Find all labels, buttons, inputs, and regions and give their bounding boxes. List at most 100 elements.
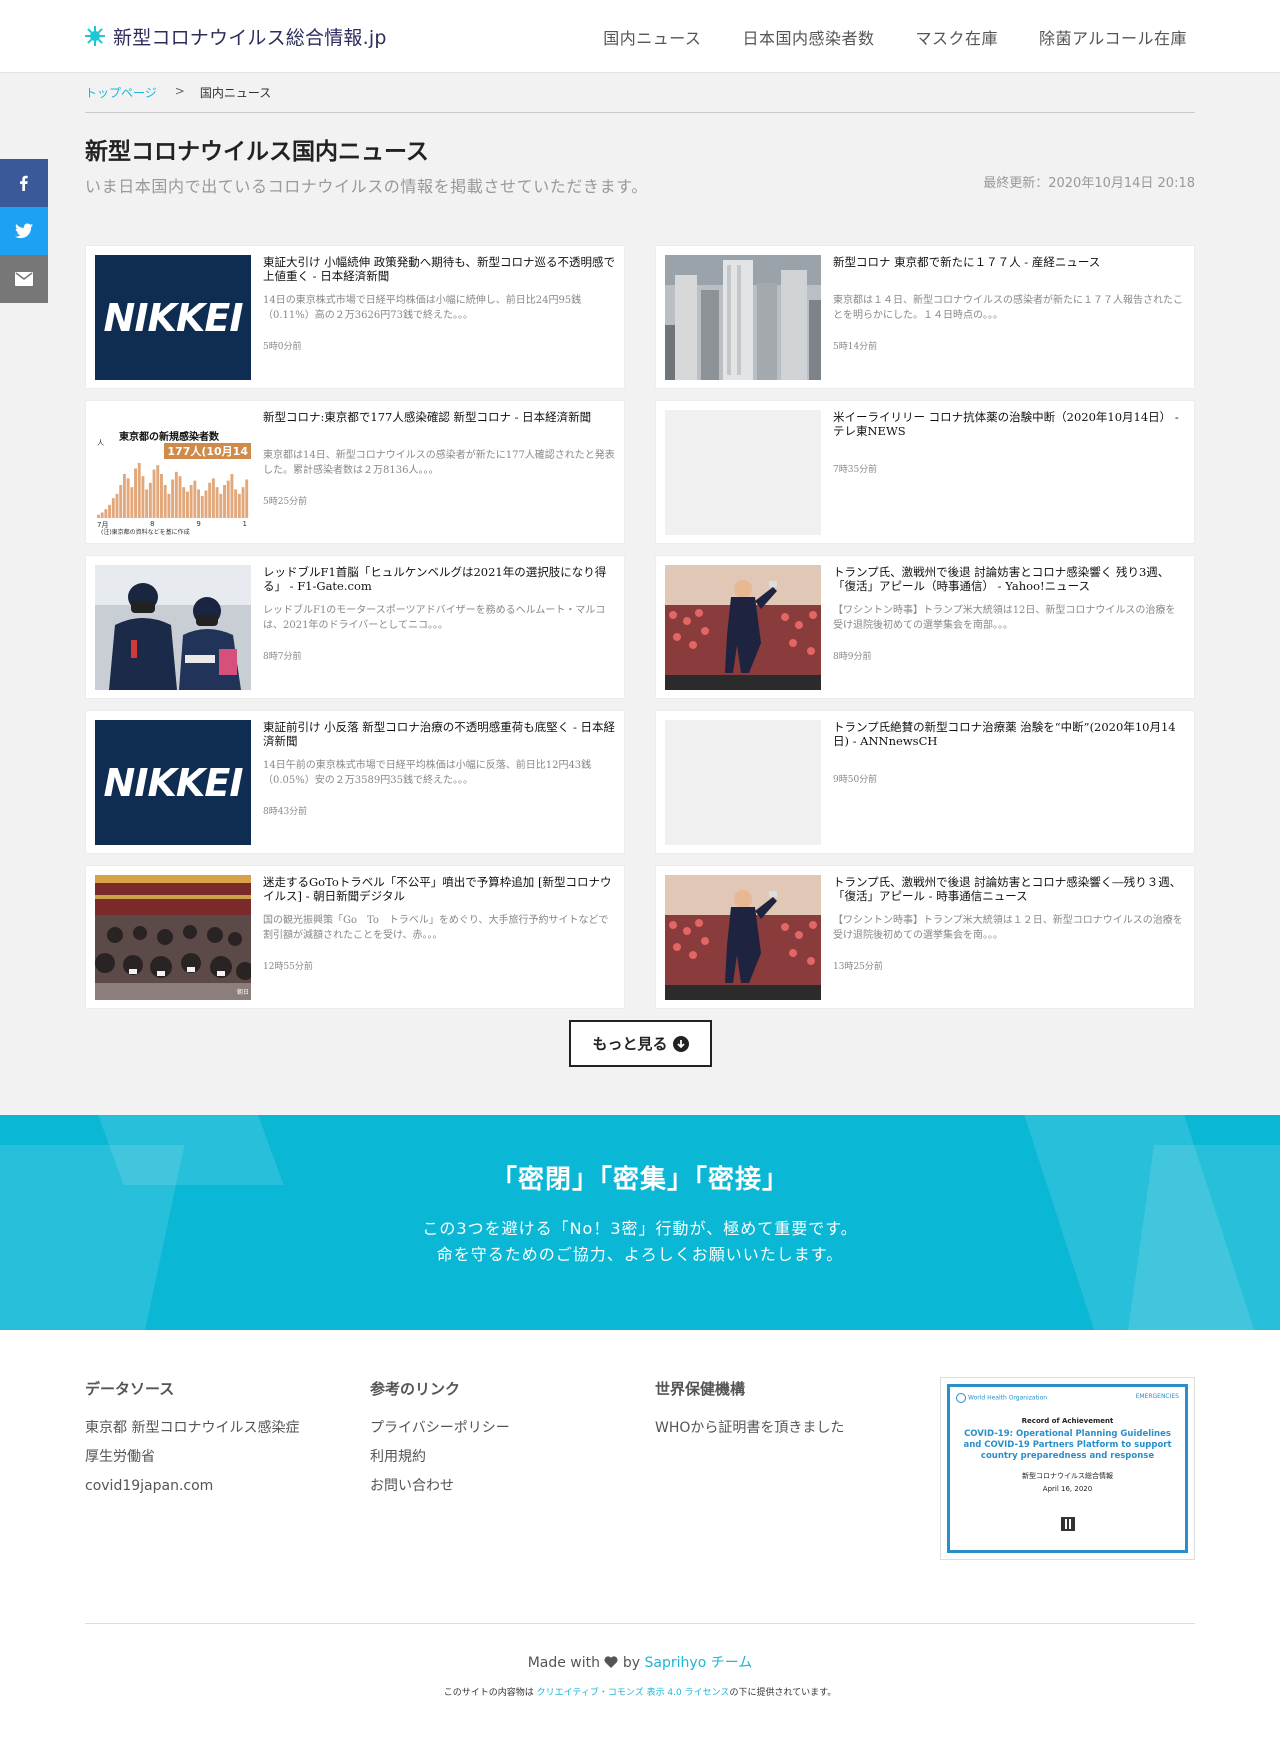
nikkei-logo: NIKKEI: [103, 760, 244, 805]
news-card[interactable]: 米イーライリリー コロナ抗体薬の治験中断（2020年10月14日） - テレ東N…: [655, 400, 1195, 544]
footer-heading: データソース: [85, 1380, 175, 1398]
certificate-logos: World Health Organization EMERGENCIES: [956, 1393, 1179, 1403]
last-updated: 最終更新：2020年10月14日 20:18: [983, 176, 1195, 191]
news-description: 【ワシントン時事】トランプ米大統領は１２日、新型コロナウイルスの治療を受け退院後…: [833, 915, 1183, 941]
news-thumbnail[interactable]: 朝日: [95, 875, 251, 1000]
nav-mask-stock[interactable]: マスク在庫: [915, 25, 998, 49]
news-description: 14日の東京株式市場で日経平均株価は小幅に続伸し、前日比24円95銭（0.11%…: [263, 295, 582, 321]
news-description: 東京都は１４日、新型コロナウイルスの感染者が新たに１７７人報告されたことを明らか…: [833, 295, 1183, 321]
news-title[interactable]: 米イーライリリー コロナ抗体薬の治験中断（2020年10月14日） - テレ東N…: [833, 410, 1185, 438]
news-card[interactable]: NIKKEI 東証前引け 小反落 新型コロナ治療の不透明感重荷も底堅く - 日本…: [85, 710, 625, 854]
nav-infection-count[interactable]: 日本国内感染者数: [742, 25, 874, 49]
news-title[interactable]: レッドブルF1首脳「ヒュルケンベルグは2021年の選択肢になり得る」 - F1-…: [263, 565, 615, 593]
news-card[interactable]: トランプ氏、激戦州で後退 討論妨害とコロナ感染響く―残り３週、「復活」アピール …: [655, 865, 1195, 1009]
news-thumbnail[interactable]: [665, 410, 821, 535]
footer-link-terms[interactable]: 利用規約: [370, 1443, 510, 1472]
nav-domestic-news[interactable]: 国内ニュース: [603, 25, 701, 49]
news-thumbnail[interactable]: 東京都の新規感染者数 177人(10月14 人 7月 8 9 1 (注)東京都の資料な…: [95, 410, 251, 535]
news-time: 12時55分前: [263, 962, 313, 972]
news-thumbnail[interactable]: [665, 875, 821, 1000]
banner-text-line-2: 命を守るためのご協力、よろしくお願いいたします。: [436, 1245, 844, 1264]
breadcrumb: トップページ > 国内ニュース: [85, 84, 271, 101]
footer-link-tokyo[interactable]: 東京都 新型コロナウイルス感染症: [85, 1414, 299, 1443]
news-time: 5時25分前: [263, 497, 308, 507]
news-description: 【ワシントン時事】トランプ米大統領は12日、新型コロナウイルスの治療を受け退院後…: [833, 605, 1176, 631]
mini-bar: [182, 487, 186, 518]
news-thumbnail[interactable]: [95, 565, 251, 690]
mini-bar: [119, 485, 123, 518]
news-title[interactable]: トランプ氏、激戦州で後退 討論妨害とコロナ感染響く―残り３週、「復活」アピール …: [833, 875, 1185, 903]
made-with-credit: Made with by Saprihyo チーム: [527, 1655, 753, 1671]
who-certificate-image[interactable]: World Health Organization EMERGENCIES Re…: [940, 1377, 1195, 1560]
news-card[interactable]: レッドブルF1首脳「ヒュルケンベルグは2021年の選択肢になり得る」 - F1-…: [85, 555, 625, 699]
team-link[interactable]: Saprihyo チーム: [645, 1655, 753, 1671]
footer-who: 世界保健機構 WHOから証明書を頂きました: [655, 1378, 844, 1443]
mini-bar: [208, 482, 212, 518]
mini-bar: [185, 491, 189, 518]
certificate-heading: COVID-19: Operational Planning Guideline…: [963, 1429, 1172, 1461]
mini-bar: [226, 480, 230, 518]
site-title[interactable]: 新型コロナウイルス総合情報.jp: [113, 23, 387, 50]
mini-bar: [200, 496, 204, 518]
footer-link-contact[interactable]: お問い合わせ: [370, 1472, 510, 1501]
news-card[interactable]: NIKKEI 東証大引け 小幅続伸 政策発動へ期待も、新型コロナ巡る不透明感で上…: [85, 245, 625, 389]
virus-icon: [85, 26, 105, 46]
news-title[interactable]: トランプ氏絶賛の新型コロナ治療薬 治験を“中断”(2020年10月14日) - …: [833, 720, 1185, 748]
news-time: 5時0分前: [263, 342, 302, 352]
news-thumbnail[interactable]: [665, 255, 821, 380]
nav-alcohol-stock[interactable]: 除菌アルコール在庫: [1039, 25, 1187, 49]
facebook-icon: [20, 175, 28, 191]
mini-bar: [137, 463, 141, 518]
certificate-frame: World Health Organization EMERGENCIES Re…: [947, 1384, 1188, 1553]
news-card[interactable]: 東京都の新規感染者数 177人(10月14 人 7月 8 9 1 (注)東京都の資料な…: [85, 400, 625, 544]
divider: [85, 1623, 1195, 1624]
news-thumbnail[interactable]: [665, 720, 821, 845]
facebook-share-button[interactable]: [0, 159, 48, 207]
news-card[interactable]: トランプ氏絶賛の新型コロナ治療薬 治験を“中断”(2020年10月14日) - …: [655, 710, 1195, 854]
banner-text-line-1: この3つを避ける「No！3密」行動が、極めて重要です。: [422, 1219, 858, 1238]
news-time: 5時14分前: [833, 342, 878, 352]
mini-bar: [193, 480, 197, 518]
news-thumbnail[interactable]: NIKKEI: [95, 255, 251, 380]
footer-link-who-certificate[interactable]: WHOから証明書を頂きました: [655, 1414, 844, 1443]
news-card[interactable]: 朝日 迷走するGoToトラベル「不公平」噴出で予算枠追加 [新型コロナウイルス]…: [85, 865, 625, 1009]
news-title[interactable]: 新型コロナ 東京都で新たに１７７人 - 産経ニュース: [833, 255, 1185, 269]
site-logo[interactable]: 新型コロナウイルス総合情報.jp: [85, 22, 387, 50]
thumb-chart-badge: 177人(10月14: [164, 443, 251, 459]
news-thumbnail[interactable]: NIKKEI: [95, 720, 251, 845]
news-title[interactable]: 東証大引け 小幅続伸 政策発動へ期待も、新型コロナ巡る不透明感で上値重く - 日…: [263, 255, 615, 283]
mini-bar: [160, 474, 163, 518]
emergencies-logo: EMERGENCIES: [1135, 1393, 1179, 1400]
email-share-button[interactable]: [0, 255, 48, 303]
footer-heading: 世界保健機構: [655, 1380, 746, 1398]
mini-bar: [223, 485, 226, 518]
news-card[interactable]: トランプ氏、激戦州で後退 討論妨害とコロナ感染響く 残り3週、「復活」アピール（…: [655, 555, 1195, 699]
breadcrumb-home[interactable]: トップページ: [85, 84, 157, 101]
news-title[interactable]: トランプ氏、激戦州で後退 討論妨害とコロナ感染響く 残り3週、「復活」アピール（…: [833, 565, 1185, 593]
news-thumbnail[interactable]: [665, 565, 821, 690]
mini-bar: [204, 490, 208, 518]
mini-bar: [245, 479, 249, 518]
footer-link-mhlw[interactable]: 厚生労働省: [85, 1443, 299, 1472]
license-link[interactable]: クリエイティブ・コモンズ 表示 4.0 ライセンス: [537, 1688, 730, 1698]
twitter-share-button[interactable]: [0, 207, 48, 255]
news-title[interactable]: 迷走するGoToトラベル「不公平」噴出で予算枠追加 [新型コロナウイルス] - …: [263, 875, 615, 903]
news-time: 13時25分前: [833, 962, 883, 972]
footer-link-privacy[interactable]: プライバシーポリシー: [370, 1414, 510, 1443]
news-description: 14日午前の東京株式市場で日経平均株価は小幅に反落、前日比12円43銭（0.05…: [263, 760, 592, 786]
mini-bar: [167, 493, 171, 518]
crowd-photo: [95, 875, 251, 1000]
news-title[interactable]: 新型コロナ:東京都で177人感染確認 新型コロナ - 日本経済新聞: [263, 410, 615, 424]
news-title[interactable]: 東証前引け 小反落 新型コロナ治療の不透明感重荷も底堅く - 日本経済新聞: [263, 720, 615, 748]
site-header: 新型コロナウイルス総合情報.jp 国内ニュース 日本国内感染者数 マスク在庫 除…: [0, 0, 1280, 73]
news-description: 国の観光振興策「Go To トラベル」をめぐり、大手旅行予約サイトなどで割引額が…: [263, 915, 609, 941]
page-subtitle: いま日本国内で出ているコロナウイルスの情報を掲載させていただきます。: [85, 177, 648, 196]
news-card[interactable]: 新型コロナ 東京都で新たに１７７人 - 産経ニュース 東京都は１４日、新型コロナ…: [655, 245, 1195, 389]
news-description: レッドブルF1のモータースポーツアドバイザーを務めるヘルムート・マルコは、202…: [263, 605, 606, 631]
mini-bar: [97, 514, 100, 518]
load-more-button[interactable]: もっと見る: [569, 1020, 712, 1067]
thumb-chart-note: (注)東京都の資料などを基に作成: [101, 529, 190, 535]
mini-bar: [122, 474, 126, 518]
mini-bar: [174, 471, 178, 518]
footer-link-covid19japan[interactable]: covid19japan.com: [85, 1472, 299, 1501]
